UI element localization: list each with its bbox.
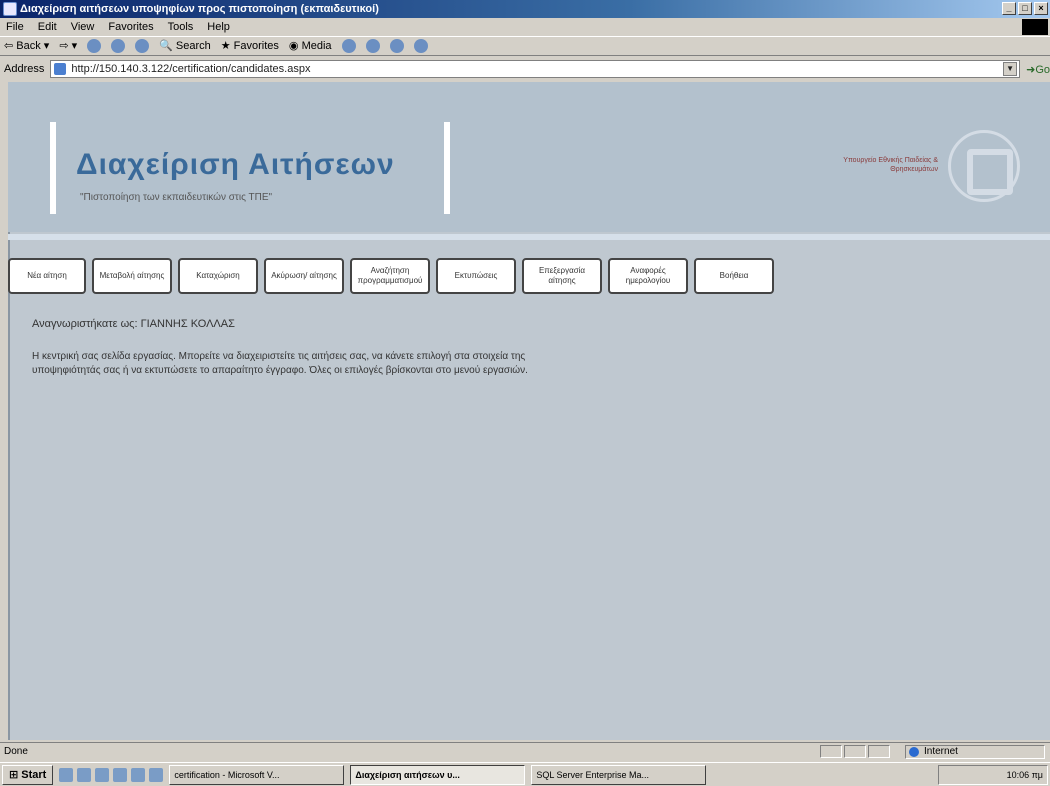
- nav-search-schedule[interactable]: Αναζήτηση προγραμματισμού: [350, 258, 430, 294]
- media-button[interactable]: ◉ Media: [289, 36, 332, 56]
- back-button[interactable]: ⇦ Back ▾: [4, 36, 49, 56]
- quick-launch-icon[interactable]: [149, 767, 164, 782]
- window-titlebar: Διαχείριση αιτήσεων υποψηφίων προς πιστο…: [0, 0, 1050, 18]
- media-label: Media: [301, 40, 332, 52]
- address-url: http://150.140.3.122/certification/candi…: [71, 63, 311, 75]
- window-title: Διαχείριση αιτήσεων υποψηφίων προς πιστο…: [20, 3, 379, 15]
- quick-launch-icon[interactable]: [95, 767, 110, 782]
- zone-label: Internet: [924, 746, 958, 757]
- system-tray: 10:06 πμ: [938, 765, 1048, 785]
- start-button[interactable]: ⊞ Start: [2, 764, 54, 785]
- greek-emblem-icon: [948, 130, 1020, 202]
- home-icon[interactable]: [135, 39, 150, 53]
- back-label: Back: [16, 40, 41, 52]
- address-bar: Address http://150.140.3.122/certificati…: [0, 57, 1050, 81]
- page-content: Διαχείριση Αιτήσεων "Πιστοποίηση των εκπ…: [8, 82, 1050, 740]
- refresh-icon[interactable]: [111, 39, 126, 53]
- intro-text: Η κεντρική σας σελίδα εργασίας. Μπορείτε…: [32, 351, 528, 376]
- status-bar: Done Internet: [0, 742, 1050, 760]
- header-divider-right: [444, 122, 450, 214]
- taskbar-item-applications[interactable]: Διαχείριση αιτήσεων υ...: [350, 764, 526, 785]
- address-input[interactable]: http://150.140.3.122/certification/candi…: [50, 60, 1021, 78]
- window-controls: _ □ ×: [1002, 2, 1048, 15]
- status-panes: [820, 745, 890, 758]
- nav-calendar-reports[interactable]: Αναφορές ημερολογίου: [608, 258, 688, 294]
- clock: 10:06 πμ: [1006, 770, 1043, 780]
- main-nav: Νέα αίτηση Μεταβολή αίτησης Καταχώριση Α…: [8, 258, 774, 294]
- globe-icon: [909, 747, 919, 757]
- quick-launch-icon[interactable]: [131, 767, 146, 782]
- security-zone: Internet: [905, 745, 1045, 759]
- taskbar: ⊞ Start certification - Microsoft V... Δ…: [0, 762, 1050, 786]
- nav-cancel-application[interactable]: Ακύρωση/ αίτησης: [264, 258, 344, 294]
- menu-help[interactable]: Help: [207, 18, 230, 36]
- nav-new-application[interactable]: Νέα αίτηση: [8, 258, 86, 294]
- quick-launch-icon[interactable]: [77, 767, 92, 782]
- ie-app-icon: [3, 2, 17, 16]
- header-divider-left: [50, 122, 56, 214]
- go-label: Go: [1035, 63, 1050, 76]
- status-pane: [844, 745, 866, 758]
- history-icon[interactable]: [341, 39, 356, 53]
- taskbar-item-certification[interactable]: certification - Microsoft V...: [169, 764, 345, 785]
- nav-edit-application[interactable]: Επεξεργασία αίτησης: [522, 258, 602, 294]
- browser-toolbar: ⇦ Back ▾ ⇨ ▾ 🔍 Search ★ Favorites ◉ Medi…: [0, 36, 1050, 56]
- print-icon[interactable]: [389, 39, 404, 53]
- status-text: Done: [4, 746, 28, 757]
- favorites-button[interactable]: ★ Favorites: [221, 36, 279, 56]
- menu-bar: File Edit View Favorites Tools Help: [0, 18, 1050, 36]
- page-icon: [54, 63, 67, 75]
- minimize-button[interactable]: _: [1002, 2, 1016, 15]
- address-dropdown-icon[interactable]: ▼: [1003, 62, 1018, 76]
- mail-icon[interactable]: [365, 39, 380, 53]
- page-subtitle: "Πιστοποίηση των εκπαιδευτικών στις ΤΠΕ": [80, 192, 273, 203]
- menu-tools[interactable]: Tools: [168, 18, 194, 36]
- quick-launch-icon[interactable]: [113, 767, 128, 782]
- status-pane: [868, 745, 890, 758]
- menu-edit[interactable]: Edit: [38, 18, 57, 36]
- windows-logo-icon: [1022, 19, 1048, 35]
- search-button[interactable]: 🔍 Search: [159, 36, 211, 56]
- start-label: Start: [21, 768, 47, 781]
- go-button[interactable]: ➜Go: [1026, 63, 1050, 76]
- stop-icon[interactable]: [87, 39, 102, 53]
- maximize-button[interactable]: □: [1018, 2, 1032, 15]
- nav-registration[interactable]: Καταχώριση: [178, 258, 258, 294]
- menu-view[interactable]: View: [71, 18, 95, 36]
- ministry-name: Υπουργείο Εθνικής Παιδείας & Θρησκευμάτω…: [843, 157, 938, 173]
- quick-launch-icon[interactable]: [59, 767, 74, 782]
- status-pane: [820, 745, 842, 758]
- user-greeting: Αναγνωριστήκατε ως: ΓΙΑΝΝΗΣ ΚΟΛΛΑΣ: [32, 318, 235, 330]
- close-button[interactable]: ×: [1034, 2, 1048, 15]
- page-header: Διαχείριση Αιτήσεων "Πιστοποίηση των εκπ…: [8, 82, 1050, 232]
- edit-icon[interactable]: [413, 39, 428, 53]
- header-divider: [8, 234, 1050, 240]
- forward-button[interactable]: ⇨ ▾: [59, 36, 77, 56]
- address-label: Address: [4, 63, 45, 75]
- nav-modify-application[interactable]: Μεταβολή αίτησης: [92, 258, 172, 294]
- search-label: Search: [175, 40, 211, 52]
- taskbar-item-sql-server[interactable]: SQL Server Enterprise Ma...: [531, 764, 707, 785]
- nav-prints[interactable]: Εκτυπώσεις: [436, 258, 516, 294]
- favorites-label: Favorites: [233, 40, 279, 52]
- nav-help[interactable]: Βοήθεια: [694, 258, 774, 294]
- page-title: Διαχείριση Αιτήσεων: [76, 148, 395, 181]
- menu-file[interactable]: File: [6, 18, 24, 36]
- quick-launch: [59, 767, 164, 782]
- menu-favorites[interactable]: Favorites: [108, 18, 153, 36]
